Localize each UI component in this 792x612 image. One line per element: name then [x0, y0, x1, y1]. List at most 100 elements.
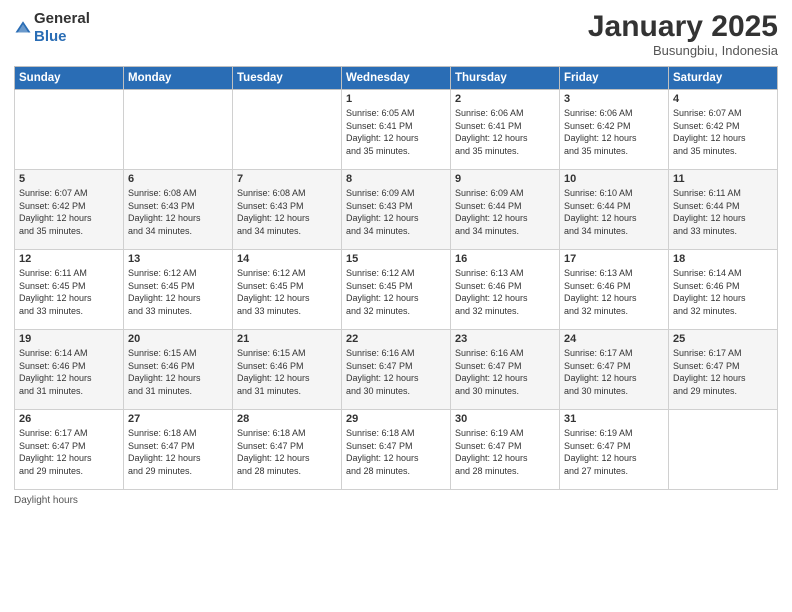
day-number: 23 — [455, 333, 555, 345]
calendar-header-row: SundayMondayTuesdayWednesdayThursdayFrid… — [15, 67, 778, 90]
day-number: 27 — [128, 413, 228, 425]
day-info: Sunrise: 6:16 AM Sunset: 6:47 PM Dayligh… — [455, 347, 555, 397]
day-number: 3 — [564, 93, 664, 105]
calendar-week-row: 26 Sunrise: 6:17 AM Sunset: 6:47 PM Dayli… — [15, 410, 778, 490]
calendar-table: SundayMondayTuesdayWednesdayThursdayFrid… — [14, 66, 778, 490]
column-header-monday: Monday — [124, 67, 233, 90]
column-header-wednesday: Wednesday — [342, 67, 451, 90]
column-header-thursday: Thursday — [451, 67, 560, 90]
day-info: Sunrise: 6:11 AM Sunset: 6:45 PM Dayligh… — [19, 267, 119, 317]
title-block: January 2025 Busungbiu, Indonesia — [588, 10, 778, 58]
calendar-cell: 21 Sunrise: 6:15 AM Sunset: 6:46 PM Dayli… — [233, 330, 342, 410]
day-number: 25 — [673, 333, 773, 345]
calendar-cell: 12 Sunrise: 6:11 AM Sunset: 6:45 PM Dayli… — [15, 250, 124, 330]
column-header-friday: Friday — [560, 67, 669, 90]
day-info: Sunrise: 6:13 AM Sunset: 6:46 PM Dayligh… — [564, 267, 664, 317]
calendar-cell: 9 Sunrise: 6:09 AM Sunset: 6:44 PM Daylig… — [451, 170, 560, 250]
day-info: Sunrise: 6:06 AM Sunset: 6:41 PM Dayligh… — [455, 107, 555, 157]
calendar-cell: 30Sunrise: 6:19 AM Sunset: 6:47 PM Dayli… — [451, 410, 560, 490]
day-number: 21 — [237, 333, 337, 345]
day-info: Sunrise: 6:15 AM Sunset: 6:46 PM Dayligh… — [128, 347, 228, 397]
day-info: Sunrise: 6:16 AM Sunset: 6:47 PM Dayligh… — [346, 347, 446, 397]
calendar-cell: 26 Sunrise: 6:17 AM Sunset: 6:47 PM Dayli… — [15, 410, 124, 490]
calendar-body: 1Sunrise: 6:05 AM Sunset: 6:41 PM Daylig… — [15, 90, 778, 490]
calendar-cell: 5Sunrise: 6:07 AM Sunset: 6:42 PM Daylig… — [15, 170, 124, 250]
day-info: Sunrise: 6:19 AM Sunset: 6:47 PM Dayligh… — [564, 427, 664, 477]
day-number: 10 — [564, 173, 664, 185]
calendar-cell: 23 Sunrise: 6:16 AM Sunset: 6:47 PM Dayli… — [451, 330, 560, 410]
day-number: 7 — [237, 173, 337, 185]
day-info: Sunrise: 6:11 AM Sunset: 6:44 PM Dayligh… — [673, 187, 773, 237]
day-info: Sunrise: 6:10 AM Sunset: 6:44 PM Dayligh… — [564, 187, 664, 237]
page: General Blue January 2025 Busungbiu, Ind… — [0, 0, 792, 612]
day-info: Sunrise: 6:08 AM Sunset: 6:43 PM Dayligh… — [237, 187, 337, 237]
logo: General Blue — [14, 10, 90, 46]
day-number: 20 — [128, 333, 228, 345]
calendar-cell: 29Sunrise: 6:18 AM Sunset: 6:47 PM Dayli… — [342, 410, 451, 490]
calendar-week-row: 19Sunrise: 6:14 AM Sunset: 6:46 PM Dayli… — [15, 330, 778, 410]
logo-general-text: General — [34, 10, 90, 27]
calendar-cell: 15Sunrise: 6:12 AM Sunset: 6:45 PM Dayli… — [342, 250, 451, 330]
calendar-cell — [669, 410, 778, 490]
day-number: 26 — [19, 413, 119, 425]
day-number: 28 — [237, 413, 337, 425]
day-number: 15 — [346, 253, 446, 265]
column-header-saturday: Saturday — [669, 67, 778, 90]
day-info: Sunrise: 6:08 AM Sunset: 6:43 PM Dayligh… — [128, 187, 228, 237]
calendar-week-row: 12 Sunrise: 6:11 AM Sunset: 6:45 PM Dayli… — [15, 250, 778, 330]
calendar-cell: 6 Sunrise: 6:08 AM Sunset: 6:43 PM Daylig… — [124, 170, 233, 250]
day-info: Sunrise: 6:15 AM Sunset: 6:46 PM Dayligh… — [237, 347, 337, 397]
day-number: 19 — [19, 333, 119, 345]
calendar-cell: 3 Sunrise: 6:06 AM Sunset: 6:42 PM Daylig… — [560, 90, 669, 170]
calendar-cell: 24Sunrise: 6:17 AM Sunset: 6:47 PM Dayli… — [560, 330, 669, 410]
day-info: Sunrise: 6:14 AM Sunset: 6:46 PM Dayligh… — [673, 267, 773, 317]
day-info: Sunrise: 6:12 AM Sunset: 6:45 PM Dayligh… — [237, 267, 337, 317]
calendar-cell: 11 Sunrise: 6:11 AM Sunset: 6:44 PM Dayli… — [669, 170, 778, 250]
calendar-cell: 18 Sunrise: 6:14 AM Sunset: 6:46 PM Dayli… — [669, 250, 778, 330]
calendar-week-row: 5Sunrise: 6:07 AM Sunset: 6:42 PM Daylig… — [15, 170, 778, 250]
calendar-cell — [15, 90, 124, 170]
day-info: Sunrise: 6:06 AM Sunset: 6:42 PM Dayligh… — [564, 107, 664, 157]
day-info: Sunrise: 6:17 AM Sunset: 6:47 PM Dayligh… — [673, 347, 773, 397]
calendar-cell: 10 Sunrise: 6:10 AM Sunset: 6:44 PM Dayli… — [560, 170, 669, 250]
day-number: 18 — [673, 253, 773, 265]
calendar-cell: 7 Sunrise: 6:08 AM Sunset: 6:43 PM Daylig… — [233, 170, 342, 250]
day-number: 16 — [455, 253, 555, 265]
calendar-cell: 16 Sunrise: 6:13 AM Sunset: 6:46 PM Dayli… — [451, 250, 560, 330]
logo-icon — [14, 19, 32, 37]
footer: Daylight hours — [14, 495, 778, 506]
day-number: 14 — [237, 253, 337, 265]
day-number: 2 — [455, 93, 555, 105]
day-info: Sunrise: 6:09 AM Sunset: 6:43 PM Dayligh… — [346, 187, 446, 237]
calendar-cell: 31 Sunrise: 6:19 AM Sunset: 6:47 PM Dayli… — [560, 410, 669, 490]
day-number: 5 — [19, 173, 119, 185]
calendar-week-row: 1Sunrise: 6:05 AM Sunset: 6:41 PM Daylig… — [15, 90, 778, 170]
day-number: 9 — [455, 173, 555, 185]
day-info: Sunrise: 6:07 AM Sunset: 6:42 PM Dayligh… — [673, 107, 773, 157]
day-info: Sunrise: 6:18 AM Sunset: 6:47 PM Dayligh… — [128, 427, 228, 477]
column-header-sunday: Sunday — [15, 67, 124, 90]
day-number: 29 — [346, 413, 446, 425]
calendar-cell: 4Sunrise: 6:07 AM Sunset: 6:42 PM Daylig… — [669, 90, 778, 170]
day-number: 11 — [673, 173, 773, 185]
month-title: January 2025 — [588, 10, 778, 43]
day-info: Sunrise: 6:05 AM Sunset: 6:41 PM Dayligh… — [346, 107, 446, 157]
day-number: 31 — [564, 413, 664, 425]
day-info: Sunrise: 6:12 AM Sunset: 6:45 PM Dayligh… — [128, 267, 228, 317]
day-info: Sunrise: 6:17 AM Sunset: 6:47 PM Dayligh… — [19, 427, 119, 477]
calendar-header: SundayMondayTuesdayWednesdayThursdayFrid… — [15, 67, 778, 90]
calendar-cell: 27 Sunrise: 6:18 AM Sunset: 6:47 PM Dayli… — [124, 410, 233, 490]
day-number: 12 — [19, 253, 119, 265]
calendar-cell — [124, 90, 233, 170]
day-number: 8 — [346, 173, 446, 185]
day-info: Sunrise: 6:09 AM Sunset: 6:44 PM Dayligh… — [455, 187, 555, 237]
calendar-cell: 28Sunrise: 6:18 AM Sunset: 6:47 PM Dayli… — [233, 410, 342, 490]
day-number: 24 — [564, 333, 664, 345]
calendar-cell: 8 Sunrise: 6:09 AM Sunset: 6:43 PM Daylig… — [342, 170, 451, 250]
calendar-cell: 2 Sunrise: 6:06 AM Sunset: 6:41 PM Daylig… — [451, 90, 560, 170]
day-info: Sunrise: 6:13 AM Sunset: 6:46 PM Dayligh… — [455, 267, 555, 317]
day-number: 6 — [128, 173, 228, 185]
location-subtitle: Busungbiu, Indonesia — [588, 43, 778, 58]
logo-blue-text: Blue — [34, 28, 67, 45]
calendar-cell: 17Sunrise: 6:13 AM Sunset: 6:46 PM Dayli… — [560, 250, 669, 330]
